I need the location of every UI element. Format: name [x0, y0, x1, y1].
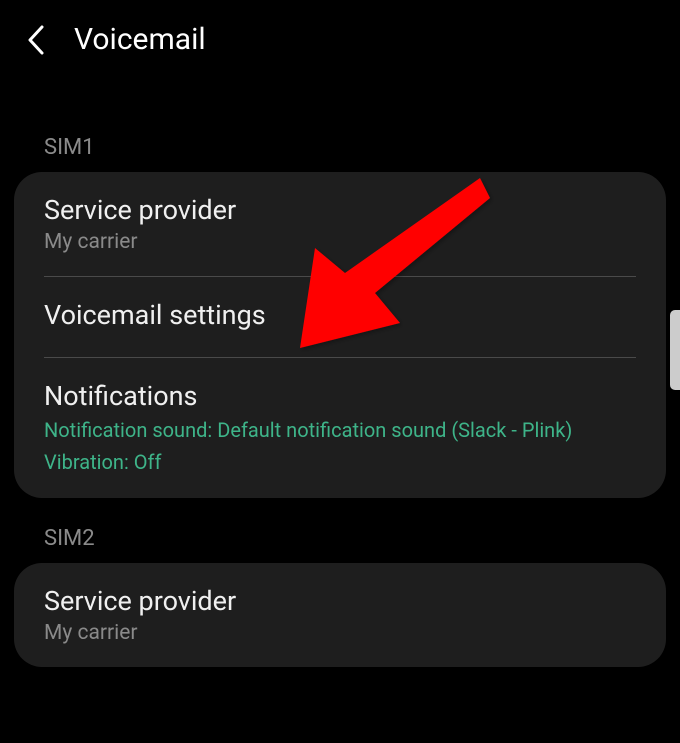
list-item-subtitle: My carrier — [44, 621, 636, 645]
list-item-service-provider[interactable]: Service provider My carrier — [14, 563, 666, 667]
back-icon[interactable] — [24, 23, 46, 57]
list-item-notifications[interactable]: Notifications Notification sound: Defaul… — [14, 358, 666, 498]
list-item-service-provider[interactable]: Service provider My carrier — [14, 172, 666, 276]
list-item-voicemail-settings[interactable]: Voicemail settings — [14, 277, 666, 357]
section-label-sim2: SIM2 — [0, 498, 680, 563]
sim1-card: Service provider My carrier Voicemail se… — [14, 172, 666, 498]
list-item-title: Voicemail settings — [44, 299, 636, 331]
sim2-card: Service provider My carrier — [14, 563, 666, 667]
notification-vibration-label: Vibration: Off — [44, 448, 636, 476]
list-item-title: Notifications — [44, 380, 636, 412]
list-item-subtitle: My carrier — [44, 230, 636, 254]
page-title: Voicemail — [74, 22, 206, 57]
header: Voicemail — [0, 0, 680, 77]
notification-sound-label: Notification sound: Default notification… — [44, 416, 636, 444]
list-item-title: Service provider — [44, 585, 636, 617]
list-item-title: Service provider — [44, 194, 636, 226]
section-label-sim1: SIM1 — [0, 77, 680, 172]
scroll-indicator[interactable] — [670, 310, 680, 390]
